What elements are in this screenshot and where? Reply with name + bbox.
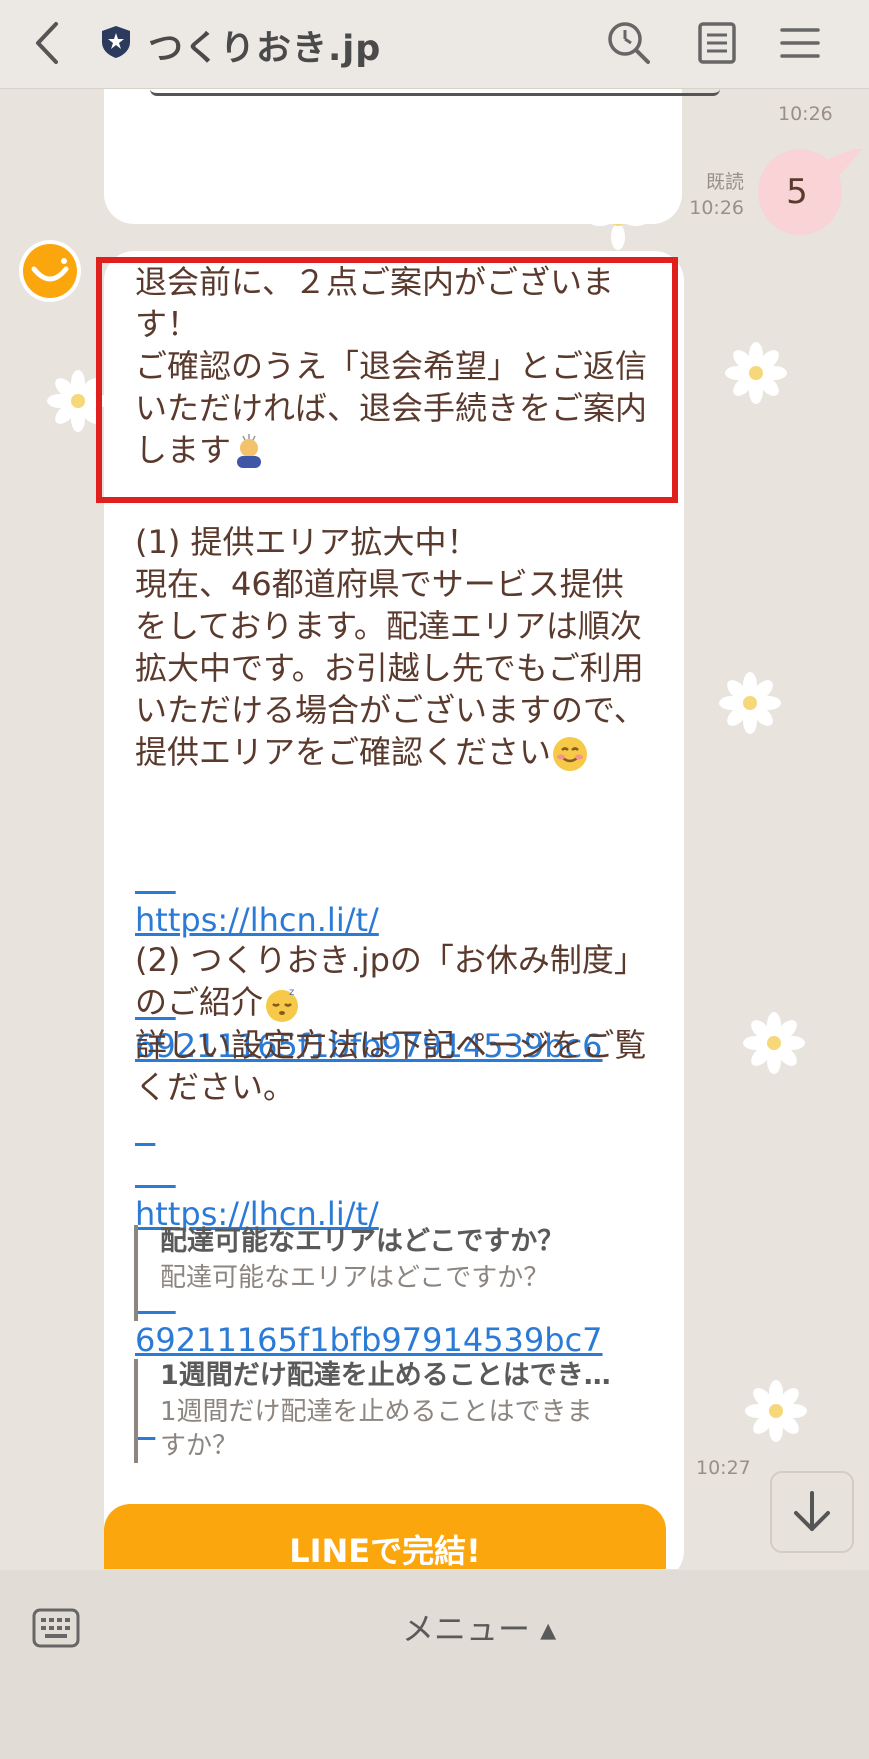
smile-avatar-icon[interactable] [18,239,82,303]
svg-text:z: z [289,987,294,998]
menu-toggle[interactable]: メニュー ▴ [402,1604,556,1650]
previous-message-bubble[interactable] [104,89,682,224]
search-icon[interactable] [604,18,654,68]
footer-bar: メニュー ▴ [0,1570,869,1759]
read-time: 10:26 [689,197,744,219]
section1-title: (1) 提供エリア拡大中！ [135,523,479,561]
document-icon[interactable] [692,18,742,68]
quick-reply-1[interactable]: 配達可能なエリアはどこですか？ 配達可能なエリアはどこですか？ [134,1225,680,1321]
line-complete-button[interactable]: LINEで完結! [104,1504,666,1569]
previous-message-divider [150,89,720,96]
link-1-line1[interactable]: https://lhcn.li/t/ [135,899,655,941]
keyboard-icon[interactable] [32,1606,80,1650]
link-2-line2[interactable]: 69211165f1bfb97914539bc7 [135,1319,655,1361]
shield-star-icon [102,26,130,58]
hamburger-menu-icon[interactable] [776,18,826,68]
quick-reply-1-title: 配達可能なエリアはどこですか？ [160,1226,565,1257]
message-time: 10:26 [778,103,833,125]
line-complete-label: LINEで完結! [289,1532,481,1569]
chat-area[interactable]: 10:26 既読 10:26 5 退会前に、２点ご案内がございます！ ご確認のう… [0,89,869,1569]
chat-title: つくりおき.jp [148,29,382,69]
message-time: 10:27 [696,1457,751,1479]
quick-reply-2-title: 1週間だけ配達を止めることはでき… [160,1360,611,1391]
user-message-text: 5 [786,172,808,212]
daisy-icon [725,342,787,404]
header-bar: つくりおき.jp [0,0,869,89]
sleeping-face-icon: z [266,987,299,1022]
daisy-icon [743,1012,805,1074]
scroll-down-button[interactable] [770,1471,854,1553]
quick-reply-1-body: 配達可能なエリアはどこですか？ [160,1263,550,1293]
daisy-icon [719,672,781,734]
section2-title-wrap: (2) つくりおき.jpの「お休み制度」のご紹介 z [135,939,655,1023]
highlight-box [96,257,678,503]
daisy-icon [745,1380,807,1442]
arrow-down-icon [794,1491,830,1531]
chevron-left-icon[interactable] [28,18,68,68]
read-receipt: 既読 10:26 [660,169,744,221]
section2-title: (2) つくりおき.jpの「お休み制度」のご紹介 [135,941,646,1021]
smiling-face-icon [553,737,588,771]
section1-text: 現在、46都道府県でサービス提供をしております。配達エリアは順次拡大中です。お引… [135,563,655,773]
quick-reply-2-body: 1週間だけ配達を止めることはできますか？ [160,1397,593,1461]
read-label: 既読 [705,171,744,193]
quick-reply-2[interactable]: 1週間だけ配達を止めることはでき… 1週間だけ配達を止めることはできますか？ [134,1359,680,1463]
section2-body: 詳しい設定方法は下記ページをご覧ください。 [135,1026,647,1106]
